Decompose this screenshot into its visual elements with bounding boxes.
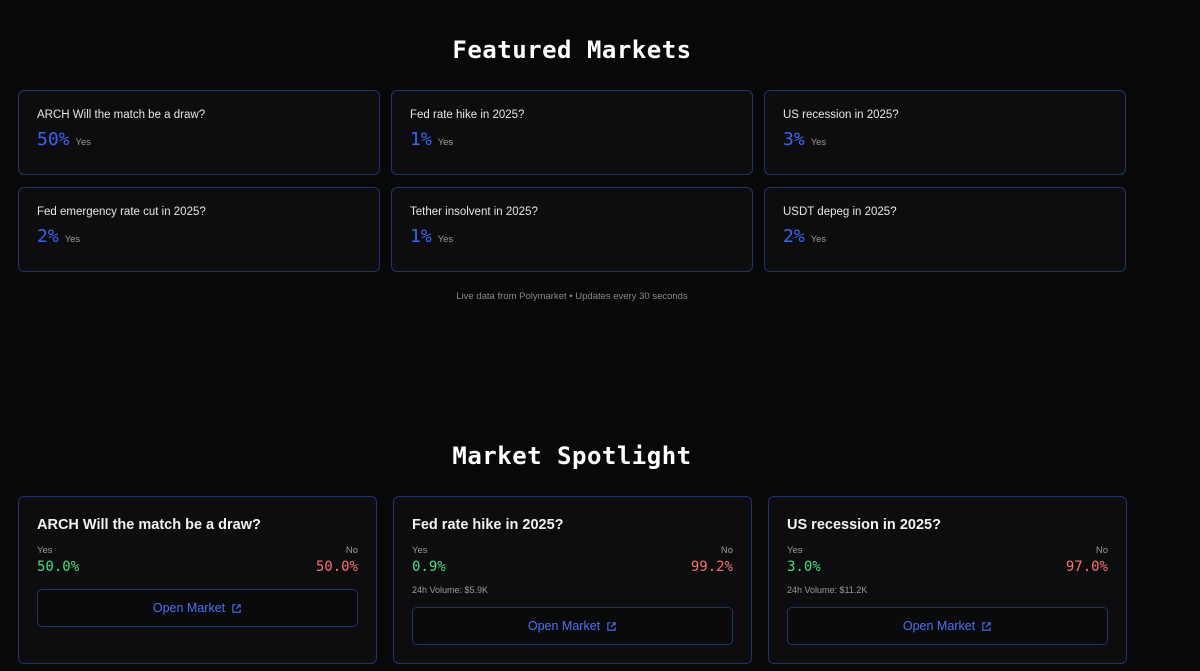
market-question: Tether insolvent in 2025? — [410, 206, 538, 218]
spotlight-question: ARCH Will the match be a draw? — [37, 517, 261, 533]
open-market-button[interactable]: Open Market — [787, 607, 1108, 645]
no-value: 97.0% — [1065, 559, 1108, 575]
featured-market-card[interactable]: Fed emergency rate cut in 2025? 2% Yes — [18, 187, 380, 272]
featured-market-card[interactable]: ARCH Will the match be a draw? 50% Yes — [18, 90, 380, 175]
open-market-button[interactable]: Open Market — [412, 607, 733, 645]
volume-text: 24h Volume: $5.9K — [412, 585, 489, 595]
market-question: US recession in 2025? — [783, 109, 899, 121]
page: Featured Markets ARCH Will the match be … — [0, 0, 1200, 671]
no-label: No — [1095, 545, 1108, 556]
yes-value: 3.0% — [787, 559, 821, 575]
featured-markets-title: Featured Markets — [452, 36, 692, 64]
open-market-label: Open Market — [902, 619, 976, 633]
open-market-label: Open Market — [527, 619, 601, 633]
outcome-label: Yes — [437, 137, 454, 148]
market-spotlight-title: Market Spotlight — [452, 442, 692, 470]
market-probability: 1% — [410, 129, 432, 150]
external-link-icon — [607, 621, 616, 631]
spotlight-card: Fed rate hike in 2025? Yes No 0.9% 99.2%… — [393, 496, 752, 664]
open-market-button[interactable]: Open Market — [37, 589, 358, 627]
featured-market-card[interactable]: USDT depeg in 2025? 2% Yes — [764, 187, 1126, 272]
open-market-label: Open Market — [152, 601, 226, 615]
featured-market-card[interactable]: US recession in 2025? 3% Yes — [764, 90, 1126, 175]
yes-label: Yes — [787, 545, 803, 556]
outcome-label: Yes — [810, 137, 827, 148]
market-probability: 50% — [37, 129, 70, 150]
outcome-label: Yes — [810, 234, 827, 245]
spotlight-question: Fed rate hike in 2025? — [412, 517, 564, 533]
featured-markets-grid: ARCH Will the match be a draw? 50% Yes Fe… — [18, 90, 1126, 272]
featured-market-card[interactable]: Fed rate hike in 2025? 1% Yes — [391, 90, 753, 175]
no-value: 99.2% — [690, 559, 733, 575]
volume-text: 24h Volume: $11.2K — [787, 585, 868, 595]
external-link-icon — [982, 621, 991, 631]
market-question: USDT depeg in 2025? — [783, 206, 897, 218]
outcome-label: Yes — [437, 234, 454, 245]
market-question: ARCH Will the match be a draw? — [37, 109, 206, 121]
spotlight-question: US recession in 2025? — [787, 517, 941, 533]
market-probability: 2% — [37, 226, 59, 247]
outcome-label: Yes — [75, 137, 92, 148]
market-spotlight-grid: ARCH Will the match be a draw? Yes No 50… — [18, 496, 1128, 664]
market-question: Fed emergency rate cut in 2025? — [37, 206, 206, 218]
yes-value: 0.9% — [412, 559, 446, 575]
live-data-footnote: Live data from Polymarket • Updates ever… — [456, 291, 688, 302]
market-probability: 3% — [783, 129, 805, 150]
featured-market-card[interactable]: Tether insolvent in 2025? 1% Yes — [391, 187, 753, 272]
external-link-icon — [232, 603, 241, 613]
no-value: 50.0% — [315, 559, 358, 575]
yes-value: 50.0% — [37, 559, 80, 575]
yes-label: Yes — [412, 545, 428, 556]
no-label: No — [720, 545, 733, 556]
spotlight-card: US recession in 2025? Yes No 3.0% 97.0% … — [768, 496, 1127, 664]
spotlight-card: ARCH Will the match be a draw? Yes No 50… — [18, 496, 377, 664]
market-probability: 1% — [410, 226, 432, 247]
market-question: Fed rate hike in 2025? — [410, 109, 525, 121]
yes-label: Yes — [37, 545, 53, 556]
outcome-label: Yes — [64, 234, 81, 245]
market-probability: 2% — [783, 226, 805, 247]
no-label: No — [345, 545, 358, 556]
